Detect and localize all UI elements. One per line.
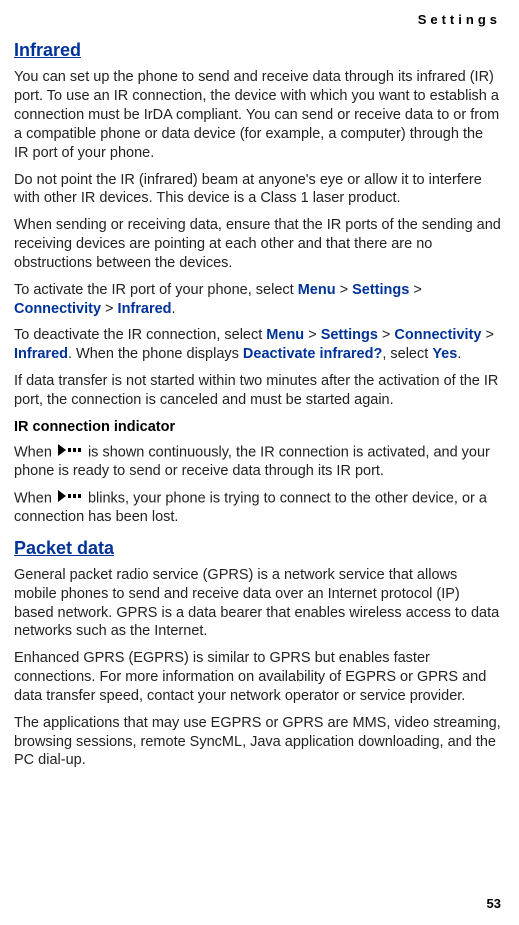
ir-indicator-blinking: When blinks, your phone is trying to con… [14, 489, 501, 527]
menu-path-infrared: Infrared [14, 346, 68, 362]
ir-indicator-continuous: When is shown continuously, the IR conne… [14, 443, 501, 481]
menu-path-menu: Menu [266, 327, 304, 343]
ir-icon [58, 489, 82, 508]
sep: > [101, 301, 118, 317]
text-prefix: When [14, 444, 56, 460]
text-suffix: . [172, 301, 176, 317]
sep: > [409, 282, 422, 298]
infrared-timeout: If data transfer is not started within t… [14, 372, 501, 410]
page-header: Settings [14, 12, 501, 29]
packet-data-heading: Packet data [14, 537, 501, 560]
packet-data-intro: General packet radio service (GPRS) is a… [14, 566, 501, 641]
text-prefix: To activate the IR port of your phone, s… [14, 282, 298, 298]
menu-path-connectivity: Connectivity [14, 301, 101, 317]
menu-path-connectivity: Connectivity [394, 327, 481, 343]
infrared-intro: You can set up the phone to send and rec… [14, 68, 501, 162]
menu-path-settings: Settings [321, 327, 378, 343]
text-suffix: is shown continuously, the IR connection… [14, 444, 490, 479]
menu-path-settings: Settings [352, 282, 409, 298]
sep: > [304, 327, 321, 343]
text-prefix: To deactivate the IR connection, select [14, 327, 266, 343]
packet-data-apps: The applications that may use EGPRS or G… [14, 714, 501, 771]
menu-path-menu: Menu [298, 282, 336, 298]
ir-indicator-heading: IR connection indicator [14, 418, 501, 437]
sep: > [336, 282, 353, 298]
text-mid: . When the phone displays [68, 346, 243, 362]
infrared-warning: Do not point the IR (infrared) beam at a… [14, 171, 501, 209]
infrared-activate: To activate the IR port of your phone, s… [14, 281, 501, 319]
infrared-deactivate: To deactivate the IR connection, select … [14, 326, 501, 364]
infrared-heading: Infrared [14, 39, 501, 62]
menu-path-infrared: Infrared [118, 301, 172, 317]
text-mid2: , select [382, 346, 432, 362]
deactivate-prompt: Deactivate infrared? [243, 346, 382, 362]
page-number: 53 [487, 896, 501, 913]
yes-option: Yes [432, 346, 457, 362]
text-prefix: When [14, 490, 56, 506]
infrared-usage: When sending or receiving data, ensure t… [14, 216, 501, 273]
text-suffix: blinks, your phone is trying to connect … [14, 490, 487, 525]
text-suffix: . [457, 346, 461, 362]
sep: > [378, 327, 395, 343]
packet-data-egprs: Enhanced GPRS (EGPRS) is similar to GPRS… [14, 649, 501, 706]
ir-icon [58, 443, 82, 462]
sep: > [481, 327, 494, 343]
